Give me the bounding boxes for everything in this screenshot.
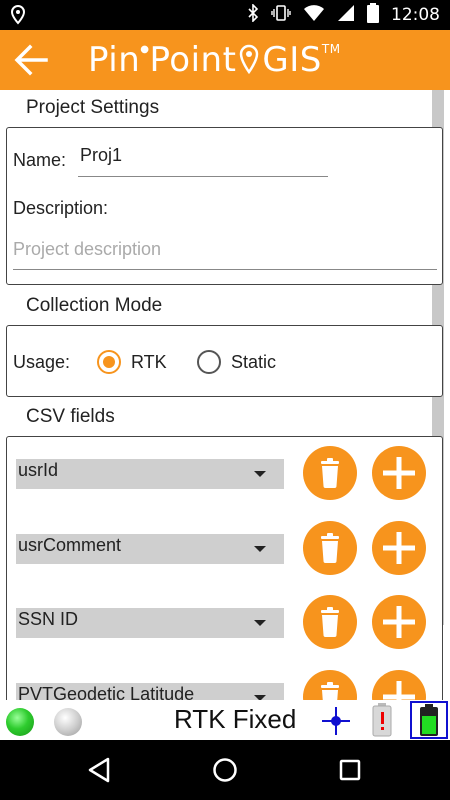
description-input[interactable]: Project description (13, 239, 161, 260)
app-bar: Pin ● Point GIS TM (0, 30, 450, 90)
nav-recents-icon[interactable] (339, 759, 361, 786)
back-arrow-icon[interactable] (14, 44, 48, 76)
system-status-bar: 12:08 (0, 0, 450, 30)
status-led-green (6, 708, 34, 736)
delete-field-button[interactable] (303, 446, 357, 500)
csv-field-row: SSN ID (16, 593, 431, 653)
settings-scroll-area[interactable]: Project Settings Name: Proj1 Description… (0, 90, 450, 700)
project-settings-title: Project Settings (26, 97, 160, 118)
plus-icon (383, 532, 415, 564)
rtk-radio-label[interactable]: RTK (131, 352, 167, 373)
collection-mode-title: Collection Mode (26, 295, 163, 316)
csv-field-dropdown[interactable]: SSN ID (16, 608, 284, 638)
plus-icon (383, 457, 415, 489)
bluetooth-icon (247, 2, 259, 27)
plus-icon (383, 606, 415, 638)
csv-field-row: PVTGeodetic Latitude (16, 668, 431, 700)
csv-fields-title: CSV fields (26, 406, 115, 427)
dropdown-caret-icon (254, 620, 266, 626)
collection-mode-box: Usage: RTK Static (6, 325, 443, 397)
trash-icon (321, 533, 339, 563)
system-navigation-bar (0, 740, 450, 800)
csv-field-dropdown[interactable]: usrComment (16, 534, 284, 564)
csv-field-row: usrId (16, 444, 431, 504)
crosshair-icon (320, 705, 352, 742)
delete-field-button[interactable] (303, 521, 357, 575)
map-pin-icon (238, 44, 260, 76)
add-field-button[interactable] (372, 670, 426, 700)
dropdown-caret-icon (254, 471, 266, 477)
static-radio[interactable] (197, 350, 221, 374)
clock: 12:08 (391, 5, 440, 25)
csv-field-dropdown[interactable]: PVTGeodetic Latitude (16, 683, 284, 700)
status-led-gray (54, 708, 82, 736)
plus-icon (383, 681, 415, 700)
name-label: Name: (13, 150, 67, 170)
static-radio-label[interactable]: Static (231, 352, 276, 373)
delete-field-button[interactable] (303, 670, 357, 700)
add-field-button[interactable] (372, 595, 426, 649)
csv-field-row: usrComment (16, 519, 431, 579)
delete-field-button[interactable] (303, 595, 357, 649)
trash-icon (321, 458, 339, 488)
app-logo: Pin ● Point GIS TM (88, 40, 341, 80)
name-input[interactable]: Proj1 (80, 145, 122, 166)
vibrate-icon (271, 4, 291, 27)
trash-icon (321, 682, 339, 700)
usage-label: Usage: (13, 352, 71, 372)
add-field-button[interactable] (372, 521, 426, 575)
trash-icon (321, 607, 339, 637)
wifi-icon (303, 4, 325, 27)
csv-field-dropdown[interactable]: usrId (16, 459, 284, 489)
rtk-radio[interactable] (97, 350, 121, 374)
name-underline (78, 176, 328, 177)
nav-home-icon[interactable] (212, 757, 238, 788)
description-underline (13, 269, 437, 270)
gnss-status-bar: RTK Fixed (0, 700, 450, 740)
signal-icon (337, 4, 355, 27)
battery-indicator-frame (410, 701, 448, 739)
dropdown-caret-icon (254, 546, 266, 552)
battery-warning-icon (372, 703, 392, 742)
battery-icon (367, 2, 379, 28)
project-settings-box: Name: Proj1 Description: Project descrip… (6, 127, 443, 285)
nav-back-icon[interactable] (86, 757, 112, 788)
fix-status-text: RTK Fixed (174, 704, 297, 734)
location-icon (10, 4, 26, 30)
description-label: Description: (13, 198, 109, 218)
add-field-button[interactable] (372, 446, 426, 500)
battery-full-icon (419, 704, 439, 742)
